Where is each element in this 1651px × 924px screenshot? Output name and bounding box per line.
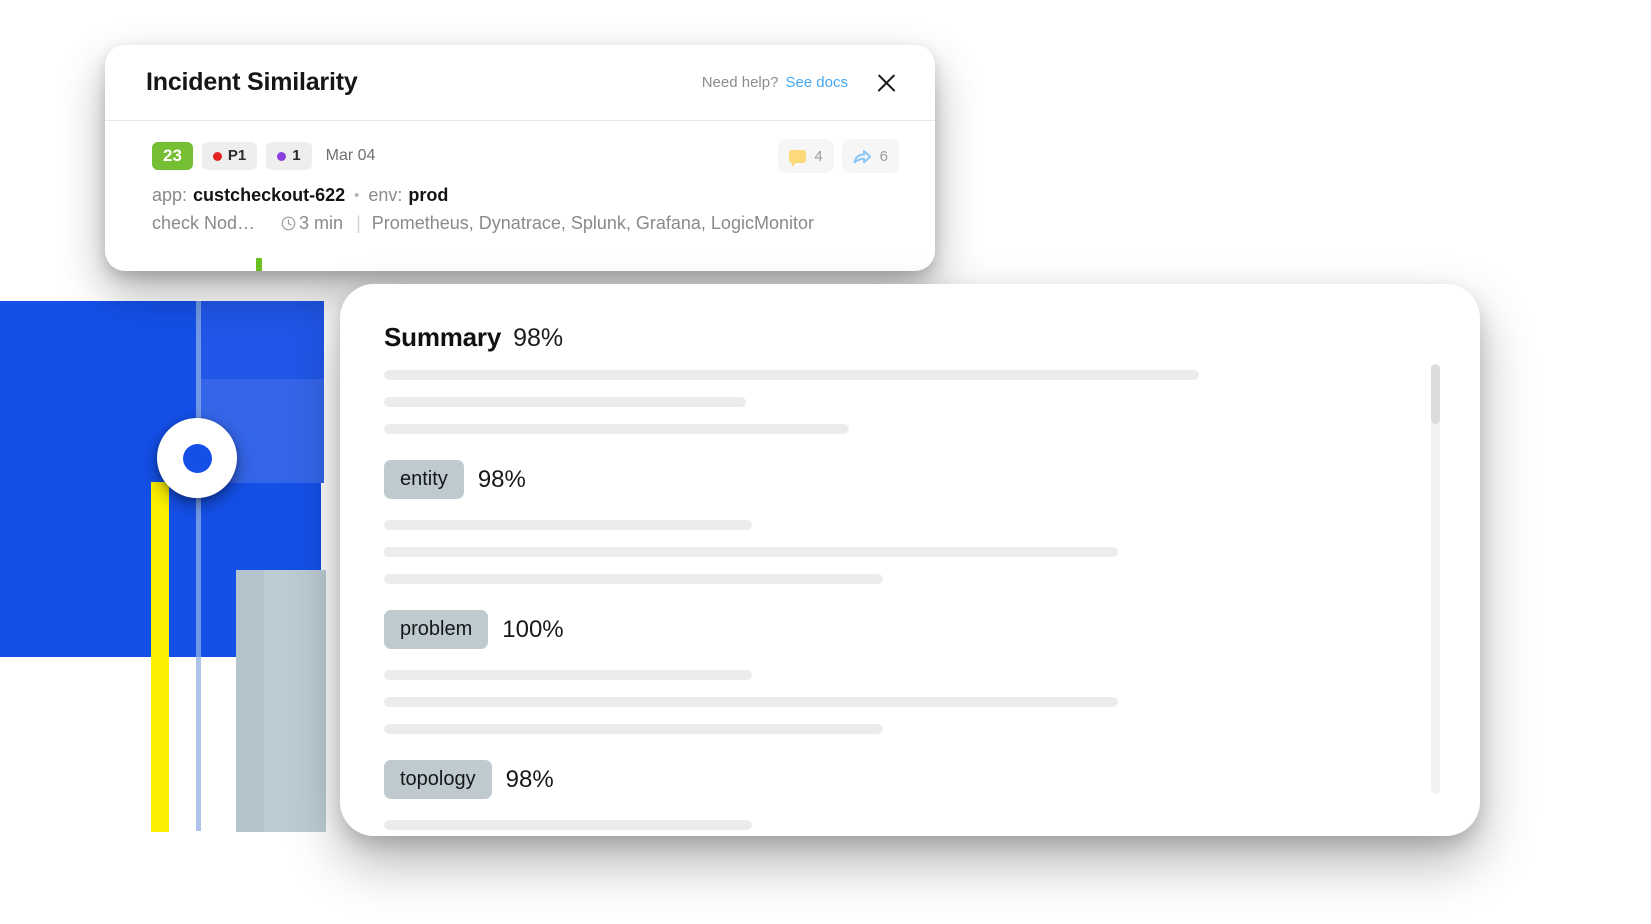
decorative-blue-mid-block xyxy=(200,301,324,379)
severity-label: P1 xyxy=(227,147,247,164)
incident-card-header: Incident Similarity Need help? See docs xyxy=(105,45,935,121)
skeleton-line xyxy=(384,574,883,584)
detail-separator: | xyxy=(356,213,361,233)
skeleton-line xyxy=(384,820,752,830)
incident-meta-row: 23 P1 1 Mar 04 4 6 xyxy=(152,139,899,173)
summary-panel: Summary 98% entity 98% problem 100% topo… xyxy=(340,284,1480,836)
secondary-count-chip[interactable]: 1 xyxy=(266,142,312,170)
section-topology: topology 98% xyxy=(384,760,1480,836)
severity-dot-icon xyxy=(212,151,222,161)
secondary-count-label: 1 xyxy=(292,147,301,164)
env-value: prod xyxy=(408,185,449,205)
screenshot-stage: Incident Similarity Need help? See docs … xyxy=(0,0,1651,924)
summary-skeleton-group xyxy=(384,370,1480,434)
section-problem-skeletons xyxy=(384,670,1480,734)
comment-button[interactable]: 4 xyxy=(778,139,834,173)
skeleton-line xyxy=(384,520,752,530)
scrollbar-track[interactable] xyxy=(1431,364,1440,794)
summary-percent: 98% xyxy=(513,324,564,352)
section-topology-percent: 98% xyxy=(505,765,554,793)
incident-date: Mar 04 xyxy=(325,147,376,164)
incident-check-line: check Nod… 3 min | Prometheus, Dynatrace… xyxy=(152,213,899,234)
share-arrow-icon xyxy=(853,148,872,165)
skeleton-line xyxy=(384,724,883,734)
summary-title: Summary xyxy=(384,322,502,352)
skeleton-line xyxy=(384,424,849,434)
clock-icon xyxy=(281,216,296,231)
check-name: check Nod… xyxy=(152,213,256,233)
skeleton-line xyxy=(384,547,1118,557)
env-label: env: xyxy=(368,185,403,205)
incident-actions: 4 6 xyxy=(778,139,899,173)
incident-card-body: 23 P1 1 Mar 04 4 6 app: custcheckout-622… xyxy=(105,121,935,271)
tag-problem[interactable]: problem xyxy=(384,610,489,649)
tag-entity[interactable]: entity xyxy=(384,460,464,499)
tag-topology[interactable]: topology xyxy=(384,760,492,799)
section-topology-header: topology 98% xyxy=(384,760,1480,799)
share-button[interactable]: 6 xyxy=(841,139,899,173)
share-count: 6 xyxy=(879,147,888,165)
section-problem-header: problem 100% xyxy=(384,610,1480,649)
incident-accent-bar xyxy=(256,258,262,271)
decorative-yellow-bar xyxy=(151,482,169,832)
decorative-blue-dot xyxy=(182,443,212,473)
section-problem: problem 100% xyxy=(384,610,1480,734)
duration-label: 3 min xyxy=(299,213,344,233)
severity-chip[interactable]: P1 xyxy=(201,142,258,170)
header-actions: Need help? See docs xyxy=(702,70,899,96)
close-icon[interactable] xyxy=(873,70,899,96)
tools-list: Prometheus, Dynatrace, Splunk, Grafana, … xyxy=(371,213,814,233)
summary-header: Summary 98% xyxy=(384,322,1480,353)
section-entity-percent: 98% xyxy=(477,465,526,493)
section-entity: entity 98% xyxy=(384,460,1480,584)
skeleton-line xyxy=(384,370,1199,380)
summary-content: Summary 98% entity 98% problem 100% topo… xyxy=(340,284,1480,836)
decorative-circle-badge xyxy=(157,418,237,498)
see-docs-link[interactable]: See docs xyxy=(785,74,848,91)
incident-similarity-card: Incident Similarity Need help? See docs … xyxy=(105,45,935,271)
incident-count-badge: 23 xyxy=(152,141,193,171)
need-help-label: Need help? xyxy=(701,74,779,91)
skeleton-line xyxy=(384,670,752,680)
secondary-dot-icon xyxy=(277,151,287,161)
comment-count: 4 xyxy=(814,147,823,165)
section-entity-skeletons xyxy=(384,520,1480,584)
skeleton-line xyxy=(384,397,746,407)
app-label: app: xyxy=(152,185,188,205)
section-problem-percent: 100% xyxy=(502,615,564,643)
comment-bubble-icon xyxy=(789,149,807,167)
section-entity-header: entity 98% xyxy=(384,460,1480,499)
page-title: Incident Similarity xyxy=(146,68,358,96)
separator-dot: • xyxy=(354,187,360,204)
scrollbar-thumb[interactable] xyxy=(1431,364,1440,424)
decorative-gray-column-accent xyxy=(236,570,264,832)
decorative-vertical-line xyxy=(196,301,201,831)
incident-app-env-line: app: custcheckout-622 • env: prod xyxy=(152,185,899,206)
skeleton-line xyxy=(384,697,1118,707)
app-value: custcheckout-622 xyxy=(193,185,346,205)
section-topology-skeletons xyxy=(384,820,1480,836)
